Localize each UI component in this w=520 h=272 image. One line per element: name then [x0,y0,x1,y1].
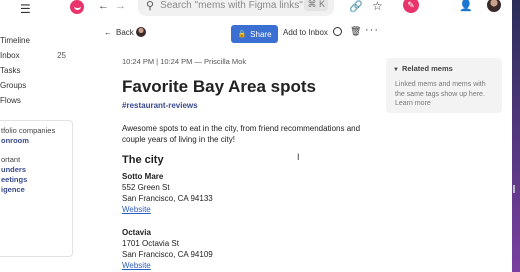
place-street: 552 Green St [122,183,170,192]
place-entry: Octavia 1701 Octavia St San Francisco, C… [122,227,213,271]
forward-arrow-icon[interactable]: → [115,0,126,12]
user-avatar[interactable] [487,0,501,12]
sidebar-item-label: Groups [0,81,27,90]
pinned-text: ortant [1,155,21,164]
app-logo[interactable] [70,0,84,14]
pinned-link[interactable]: onroom [1,136,29,145]
related-mems-text: Linked mems and mems with the same tags … [395,81,486,98]
website-link[interactable]: Website [122,260,213,271]
mem-meta: 10:24 PM | 10:24 PM — Priscilla Mok [122,57,247,66]
sidebar-item-label: Flows [0,96,21,105]
sidebar-item-groups[interactable]: Groups [0,81,72,90]
place-entry: Sotto Mare 552 Green St San Francisco, C… [122,171,213,215]
search-icon: ⚲ [146,0,155,12]
related-mems-panel: ▼ Related mems Linked mems and mems with … [386,58,502,113]
section-heading[interactable]: The city [122,154,164,166]
related-mems-toggle[interactable]: ▼ Related mems [393,64,453,73]
sidebar-item-flows[interactable]: Flows [0,96,72,105]
search-shortcut: ⌘ K [304,0,328,11]
sidebar-item-timeline[interactable]: Timeline [0,36,72,45]
author-avatar [136,27,146,37]
pinned-link[interactable]: eetings [1,175,27,184]
clock-icon[interactable] [333,27,342,36]
star-icon[interactable]: ☆ [372,0,383,13]
sidebar-item-label: Inbox [0,51,20,60]
search-placeholder: Search "mems with Figma links" [160,0,303,11]
pinned-link[interactable]: igence [1,185,25,194]
lock-icon: 🔒 [237,31,247,38]
new-mem-button[interactable]: ✎ [403,0,419,13]
link-icon[interactable]: 🔗 [349,0,363,13]
more-icon[interactable]: ··· [365,24,379,36]
search-input[interactable]: ⚲ Search "mems with Figma links" ⌘ K [138,0,334,16]
back-button[interactable]: ← Back [104,28,134,37]
mem-title[interactable]: Favorite Bay Area spots [122,77,316,97]
add-user-icon[interactable]: 👤 [459,0,473,12]
trash-icon[interactable]: 🗑 [350,26,361,37]
mem-description[interactable]: Awesome spots to eat in the city, from f… [122,123,362,145]
place-city: San Francisco, CA 94133 [122,194,213,203]
learn-more-link[interactable]: Learn more [395,100,431,107]
caret-down-icon: ▼ [393,67,399,73]
place-name: Sotto Mare [122,172,164,181]
website-link[interactable]: Website [122,204,213,215]
place-city: San Francisco, CA 94109 [122,250,213,259]
mem-tag[interactable]: #restaurant-reviews [122,101,198,110]
menu-icon[interactable]: ☰ [20,2,31,16]
pinned-card-heading: tfolio companies [1,126,56,135]
sidebar-item-label: Tasks [0,66,21,75]
related-mems-body: Linked mems and mems with the same tags … [395,80,497,109]
place-name: Octavia [122,228,151,237]
text-cursor-icon: I [297,152,300,162]
pinned-link[interactable]: unders [1,165,26,174]
sidebar-item-tasks[interactable]: Tasks [0,66,72,75]
top-bar: ☰ ← → ⚲ Search "mems with Figma links" ⌘… [0,0,520,22]
mem-action-bar: ← Back 🔒 Share Add to Inbox 🗑 ··· [100,24,510,44]
back-arrow-icon[interactable]: ← [98,0,109,12]
share-button[interactable]: 🔒 Share [231,25,278,43]
sidebar-item-label: Timeline [0,36,30,45]
sidebar-pinned-card: tfolio companies onroom ortant unders ee… [0,120,73,257]
window-edge [512,0,520,272]
add-to-inbox-button[interactable]: Add to Inbox [283,28,328,37]
back-arrow-icon: ← [104,28,112,37]
inbox-count: 25 [57,51,66,60]
place-street: 1701 Octavia St [122,239,179,248]
sidebar-item-inbox[interactable]: Inbox 25 [0,51,72,60]
